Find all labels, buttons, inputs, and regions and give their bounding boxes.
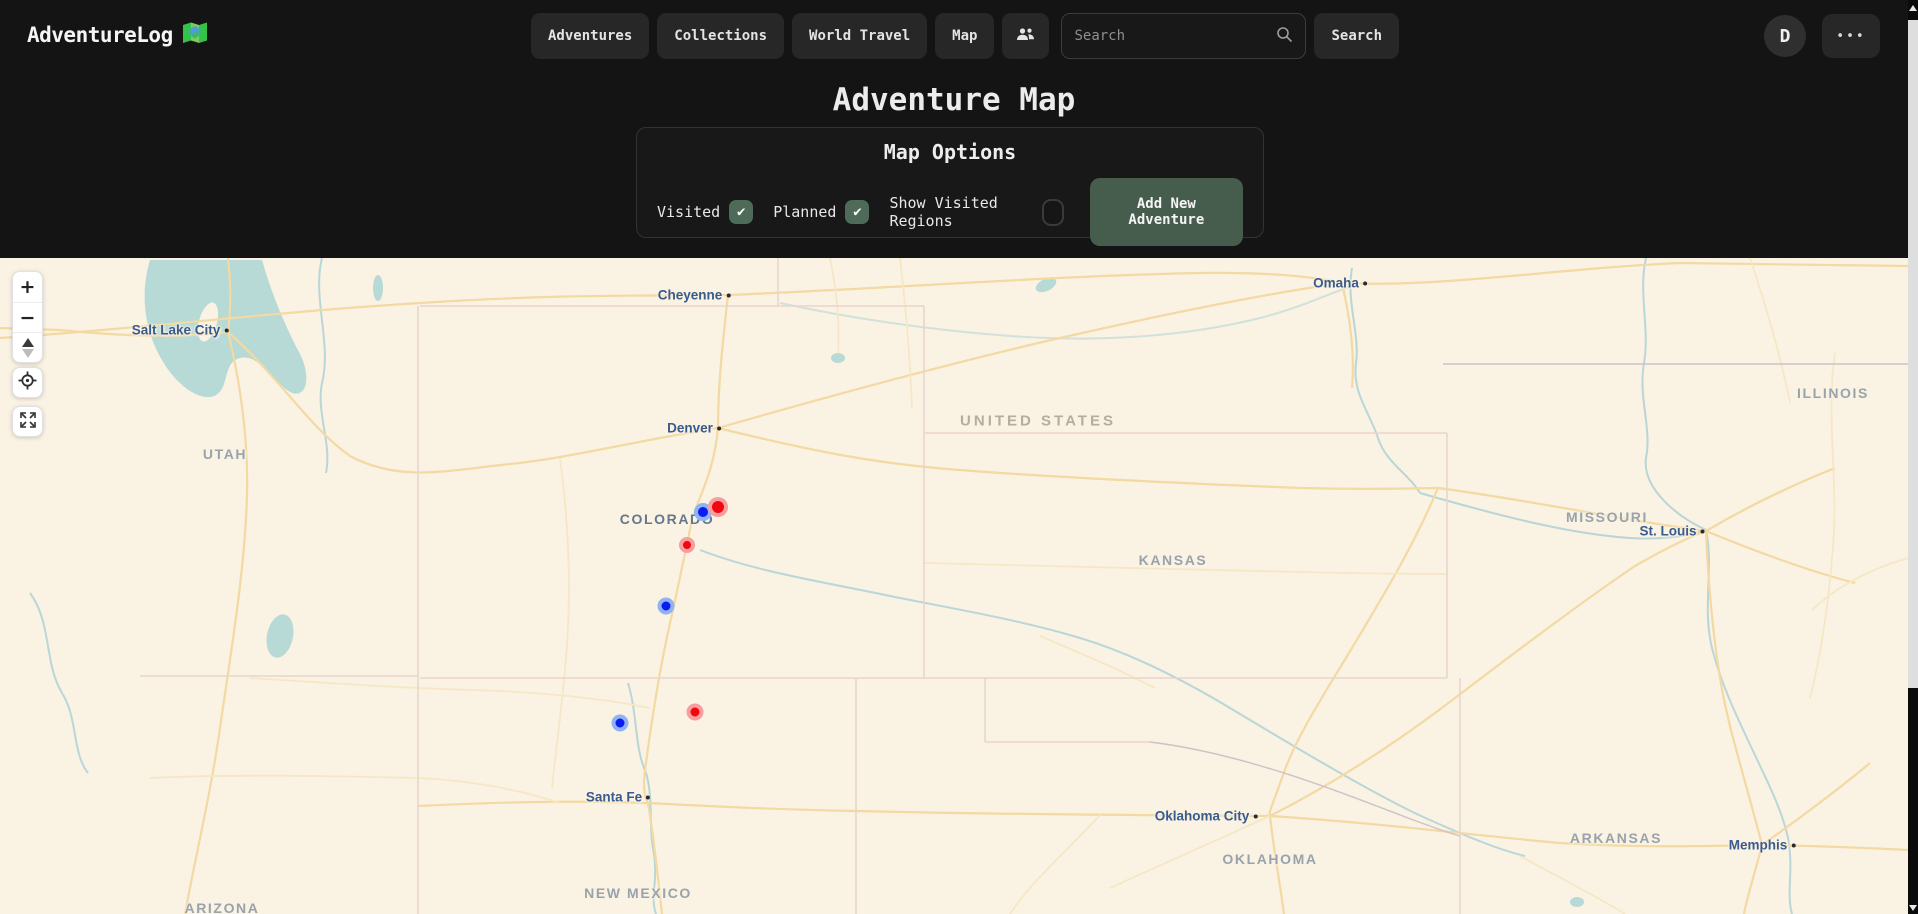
show-visited-regions-checkbox[interactable] (1042, 199, 1064, 226)
toggle-visited-label: Visited (657, 203, 720, 221)
scrollbar-up-arrow[interactable] (1909, 5, 1917, 11)
map-options-card: Map Options Visited Planned Show Visited… (636, 127, 1264, 238)
shared-users-button[interactable] (1002, 13, 1049, 59)
nav-collections-button[interactable]: Collections (657, 13, 784, 59)
fullscreen-button[interactable] (12, 406, 43, 437)
visited-marker[interactable] (687, 704, 704, 721)
map-emoji-icon (182, 22, 208, 48)
app-title: AdventureLog (27, 23, 173, 47)
nav-map-button[interactable]: Map (935, 13, 994, 59)
search-icon (1276, 26, 1293, 47)
map-tiles (0, 258, 1908, 914)
toggle-planned: Planned (773, 200, 869, 224)
fullscreen-icon (19, 411, 37, 433)
map-options-row: Visited Planned Show Visited Regions Add… (657, 178, 1243, 246)
overflow-menu-button[interactable]: ••• (1822, 14, 1880, 58)
scrollbar-thumb[interactable] (1908, 20, 1918, 688)
scrollbar-down-arrow[interactable] (1909, 905, 1917, 911)
locate-icon (18, 371, 37, 394)
compass-button[interactable] (13, 332, 42, 362)
nav-world-travel-button[interactable]: World Travel (792, 13, 927, 59)
search-button[interactable]: Search (1314, 13, 1399, 59)
visited-marker[interactable] (679, 537, 695, 553)
page-title: Adventure Map (0, 82, 1908, 118)
search-input[interactable] (1074, 28, 1276, 44)
map-zoom-controls: + − (12, 271, 43, 363)
navbar: AdventureLog Adventures Collections Worl… (0, 0, 1908, 72)
planned-checkbox[interactable] (845, 200, 869, 224)
map-canvas[interactable]: UNITED STATES UTAHCOLORADOKANSASMISSOURI… (0, 258, 1908, 914)
compass-icon (22, 338, 34, 358)
toggle-show-visited-regions-label: Show Visited Regions (889, 194, 1032, 230)
toggle-visited: Visited (657, 200, 753, 224)
app-logo[interactable]: AdventureLog (27, 22, 208, 48)
planned-marker[interactable] (612, 715, 629, 732)
zoom-in-button[interactable]: + (13, 272, 42, 302)
add-new-adventure-button[interactable]: Add New Adventure (1090, 178, 1243, 246)
planned-marker[interactable] (658, 598, 675, 615)
users-icon (1016, 27, 1035, 46)
locate-button[interactable] (12, 367, 43, 398)
toggle-show-visited-regions: Show Visited Regions (889, 194, 1063, 230)
map-options-title: Map Options (657, 140, 1243, 164)
user-avatar[interactable]: D (1764, 15, 1806, 57)
visited-checkbox[interactable] (729, 200, 753, 224)
toggle-planned-label: Planned (773, 203, 836, 221)
search-field-wrap (1061, 13, 1306, 59)
zoom-out-button[interactable]: − (13, 302, 42, 332)
visited-marker[interactable] (708, 497, 728, 517)
primary-nav: Adventures Collections World Travel Map (531, 13, 1399, 59)
navbar-right: D ••• (1764, 14, 1880, 58)
page-scrollbar[interactable] (1908, 0, 1918, 914)
nav-adventures-button[interactable]: Adventures (531, 13, 649, 59)
